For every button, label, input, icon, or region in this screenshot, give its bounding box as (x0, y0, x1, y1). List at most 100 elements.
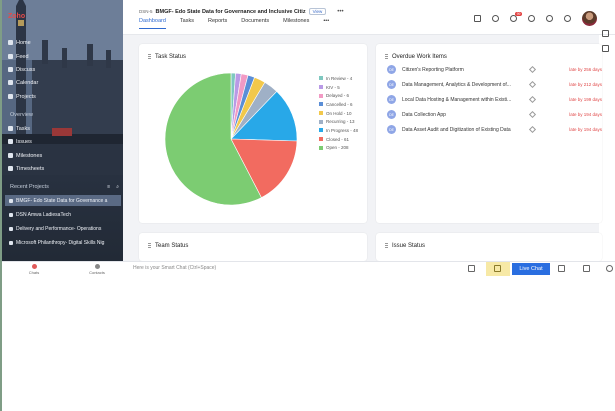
tab-milestones[interactable]: Milestones (283, 18, 309, 29)
help-icon[interactable] (528, 15, 535, 22)
legend-item[interactable]: Open - 208 (319, 144, 358, 153)
overdue-item-name[interactable]: Data Management, Analytics & Development… (402, 82, 522, 88)
project-tabs: Dashboard Tasks Reports Documents Milest… (139, 18, 329, 29)
sidebar-item-label: Home (16, 39, 31, 46)
overdue-title: Overdue Work Items (392, 54, 447, 60)
legend-swatch (319, 93, 323, 98)
notifications-icon[interactable]: 99 (510, 12, 522, 22)
sidebar-item-timesheets[interactable]: Timesheets (8, 164, 44, 173)
sidebar-item-label: Timesheets (16, 165, 45, 172)
legend-item[interactable]: Cancelled - 6 (319, 100, 358, 109)
project-icon (9, 240, 13, 245)
notification-bell-icon[interactable] (558, 265, 565, 272)
tab-tasks[interactable]: Tasks (180, 18, 194, 29)
tab-documents[interactable]: Documents (241, 18, 269, 29)
drag-handle-icon[interactable] (148, 243, 151, 249)
legend-item[interactable]: Recurring - 13 (319, 117, 358, 126)
owner-avatar: DE (387, 65, 396, 74)
smart-chat-input[interactable]: Here is your Smart Chat (Ctrl+Space) (133, 265, 216, 271)
drag-handle-icon[interactable] (385, 54, 388, 60)
project-icon (9, 212, 13, 217)
notification-badge: 99 (515, 12, 522, 16)
contacts-label: Contacts (89, 270, 105, 275)
team-status-title: Team Status (155, 243, 189, 249)
overdue-late-label: late by 194 days (569, 127, 602, 132)
chats-label: Chats (28, 270, 40, 275)
overdue-item[interactable]: DE Data Asset Audit and Digitization of … (387, 122, 602, 137)
sidebar: Zoho Home Feed Discuss Calendar Projects… (2, 0, 123, 261)
tab-dashboard[interactable]: Dashboard (139, 18, 166, 29)
recent-project-item[interactable]: Microsoft Philanthropy- Digital Skills N… (5, 237, 121, 248)
owner-avatar: DE (387, 80, 396, 89)
overdue-item[interactable]: DE Local Data Hosting & Management withi… (387, 92, 602, 107)
view-button[interactable]: View (308, 8, 327, 15)
drag-handle-icon[interactable] (385, 243, 388, 249)
legend-item[interactable]: Closed - 61 (319, 135, 358, 144)
overdue-late-label: late by 199 days (569, 97, 602, 102)
legend-swatch (319, 119, 323, 124)
search-icon[interactable] (492, 15, 499, 22)
recent-project-item[interactable]: Delivery and Performance- Operations (5, 223, 121, 234)
user-avatar[interactable] (582, 11, 597, 26)
sidebar-item-home[interactable]: Home (8, 38, 31, 47)
sidebar-item-projects[interactable]: Projects (8, 92, 36, 101)
team-status-card: Team Status (139, 233, 367, 261)
sidebar-item-discuss[interactable]: Discuss (8, 65, 35, 74)
overdue-item-name[interactable]: Data Collection App (402, 112, 522, 118)
task-status-card: Task Status In Review - 4 KIV - 5 Delaye… (139, 44, 367, 223)
sidebar-item-milestones[interactable]: Milestones (8, 151, 42, 160)
search-icon[interactable]: ⌕ (116, 184, 119, 190)
recent-project-item[interactable]: DSN Amwa LadiesaTech (5, 209, 121, 220)
settings-icon[interactable] (564, 15, 571, 22)
recent-project-item[interactable]: BMGF- Edo State Data for Governance a (5, 195, 121, 206)
legend-item[interactable]: On Hold - 10 (319, 109, 358, 118)
search-icon[interactable] (606, 265, 613, 272)
overdue-item[interactable]: DE Data Collection App late by 194 days (387, 107, 602, 122)
sidebar-item-feed[interactable]: Feed (8, 52, 29, 61)
chats-icon (31, 264, 37, 269)
sidebar-item-issues[interactable]: Issues (8, 137, 32, 146)
more-options-icon[interactable]: ••• (337, 9, 343, 15)
overview-section-title: Overview (10, 112, 33, 118)
recent-project-label: DSN Amwa LadiesaTech (16, 211, 72, 218)
legend-item[interactable]: Delayed - 6 (319, 91, 358, 100)
live-chat-button[interactable]: Live Chat (512, 263, 550, 275)
overdue-item-name[interactable]: Citizen's Reporting Platform (402, 67, 522, 73)
sidebar-item-tasks[interactable]: Tasks (8, 124, 30, 133)
issue-status-title: Issue Status (392, 243, 426, 249)
sidebar-item-label: Feed (16, 53, 29, 60)
team-status-title-row: Team Status (148, 243, 188, 249)
recent-projects-title: Recent Projects (10, 184, 49, 190)
legend-label: Cancelled - 6 (326, 101, 353, 107)
sidebar-item-calendar[interactable]: Calendar (8, 78, 38, 87)
milestone-flag-icon (528, 110, 537, 119)
overdue-item-name[interactable]: Data Asset Audit and Digitization of Exi… (402, 127, 522, 133)
milestone-flag-icon (528, 95, 537, 104)
apps-grid-icon[interactable] (601, 45, 609, 52)
zoho-logo[interactable]: Zoho (8, 13, 25, 20)
overdue-item[interactable]: DE Data Management, Analytics & Developm… (387, 77, 602, 92)
project-icon (9, 198, 13, 203)
info-icon[interactable] (474, 15, 481, 22)
tab-reports[interactable]: Reports (208, 18, 227, 29)
overdue-item[interactable]: DE Citizen's Reporting Platform late by … (387, 62, 602, 77)
legend-item[interactable]: In Review - 4 (319, 74, 358, 83)
overdue-late-label: late by 212 days (569, 82, 602, 87)
project-name[interactable]: BMGF- Edo State Data for Governance and … (156, 9, 306, 15)
filter-icon[interactable]: ≡ (107, 184, 110, 190)
chats-button[interactable]: Chats (26, 264, 42, 275)
overdue-title-row: Overdue Work Items (385, 54, 447, 60)
sidebar-item-label: Issues (16, 138, 32, 145)
legend-item[interactable]: KIV - 5 (319, 83, 358, 92)
close-icon[interactable] (601, 30, 609, 37)
overdue-item-name[interactable]: Local Data Hosting & Management within E… (402, 97, 522, 103)
minimize-icon[interactable] (468, 265, 475, 272)
speaker-icon (494, 265, 501, 272)
timer-icon[interactable] (546, 15, 553, 22)
legend-item[interactable]: In Progress - 48 (319, 126, 358, 135)
legend-swatch (319, 102, 323, 107)
tab-more[interactable]: ••• (323, 18, 329, 29)
legend-label: KIV - 5 (326, 84, 340, 90)
contacts-button[interactable]: Contacts (86, 264, 108, 275)
phone-icon[interactable] (583, 265, 590, 272)
